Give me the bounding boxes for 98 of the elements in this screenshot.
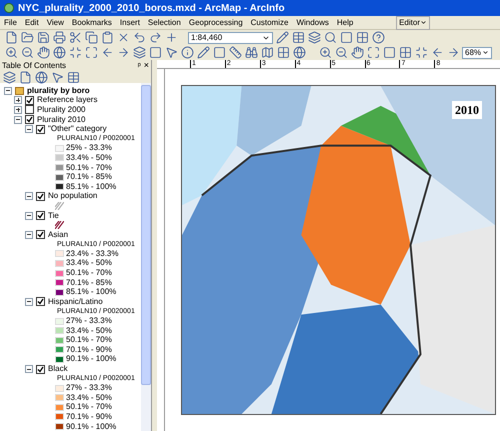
pin-button[interactable]: ᵖ <box>138 60 141 72</box>
cut-icon[interactable] <box>68 30 82 44</box>
layer-checkbox[interactable] <box>25 115 34 124</box>
layer-checkbox[interactable] <box>36 211 45 220</box>
layer-checkbox[interactable] <box>25 96 34 105</box>
menu-item[interactable]: View <box>42 16 68 28</box>
paste-icon[interactable] <box>100 30 114 44</box>
globe-icon[interactable] <box>292 46 306 60</box>
measure-icon[interactable] <box>228 46 242 60</box>
legend-label: 85.1% - 100% <box>66 180 116 192</box>
undo-icon[interactable] <box>132 30 146 44</box>
menu-item[interactable]: Selection <box>144 16 185 28</box>
collapse-icon[interactable] <box>25 298 33 306</box>
collapse-icon[interactable] <box>4 86 12 95</box>
pan-icon[interactable] <box>36 46 50 60</box>
open-folder-icon[interactable] <box>20 30 34 44</box>
new-document-icon[interactable] <box>4 30 18 44</box>
print-icon[interactable] <box>52 30 66 44</box>
legend-label: 50.1% - 70% <box>66 162 112 173</box>
legend-label: 70.1% - 85% <box>66 276 112 288</box>
menu-item[interactable]: Geoprocessing <box>184 16 247 28</box>
table-icon[interactable] <box>291 30 305 44</box>
full-extent-icon[interactable] <box>52 46 66 60</box>
zoom-out-icon[interactable] <box>20 46 34 60</box>
legend-label: 27% - 33.3% <box>66 315 112 327</box>
menu-item[interactable]: Bookmarks <box>68 16 116 28</box>
zoom-in-page-icon[interactable] <box>318 46 332 60</box>
legend-label: 27% - 33.3% <box>66 382 112 394</box>
data-frame-icon <box>15 86 24 95</box>
collapse-icon[interactable] <box>25 192 33 200</box>
legend-label: 50.1% - 70% <box>66 267 112 279</box>
layer-checkbox[interactable] <box>36 230 45 240</box>
dropdown-caret-icon <box>420 19 427 26</box>
layer-name[interactable]: No population <box>48 190 98 202</box>
zoom-in-icon[interactable] <box>4 46 18 60</box>
collapse-icon[interactable] <box>25 212 33 220</box>
legend-label: 23.4% - 33.3% <box>66 248 118 259</box>
help-icon[interactable] <box>371 30 385 44</box>
layer-checkbox[interactable] <box>36 297 45 306</box>
menu-item[interactable]: Edit <box>20 16 43 28</box>
identify-icon[interactable] <box>180 46 194 60</box>
menu-item[interactable]: File <box>0 16 21 28</box>
editor-menu[interactable]: Editor <box>396 16 430 30</box>
legend-label: 33.4% - 50% <box>66 392 112 403</box>
panel-title: Table Of Contents <box>2 60 66 72</box>
collapse-icon[interactable] <box>25 365 33 374</box>
close-button[interactable]: × <box>144 58 149 72</box>
zoom-percent-field[interactable]: 68% <box>462 46 492 58</box>
find-icon[interactable] <box>244 46 258 60</box>
dropdown-caret-icon <box>482 49 489 56</box>
zoom-out-page-icon[interactable] <box>334 46 348 60</box>
menu-item[interactable]: Help <box>332 16 358 28</box>
collapse-icon[interactable] <box>14 116 22 124</box>
layer-checkbox[interactable] <box>25 105 34 114</box>
expand-icon[interactable] <box>14 96 22 104</box>
layer-name[interactable]: Plurality 2010 <box>37 114 86 126</box>
search-icon[interactable] <box>323 30 337 44</box>
scrollbar[interactable] <box>141 83 151 431</box>
legend-label: 33.4% - 50% <box>66 257 112 269</box>
layer-name[interactable]: Reference layers <box>37 94 98 106</box>
legend-label: 90.1% - 100% <box>66 420 116 431</box>
year-label: 2010 <box>452 101 482 119</box>
legend-label: 50.1% - 70% <box>66 401 112 413</box>
data-frame-name[interactable]: plurality by boro <box>27 84 90 97</box>
layer-name[interactable]: "Other" category <box>48 123 107 136</box>
legend-label: 70.1% - 90% <box>66 410 112 423</box>
layer-name[interactable]: Tie <box>48 210 59 222</box>
window-title: NYC_plurality_2000_2010_boros.mxd - ArcMap - ArcInfo <box>18 2 285 16</box>
legend-label: 33.4% - 50% <box>66 152 112 164</box>
catalog-icon[interactable] <box>307 30 321 44</box>
legend-label: 25% - 33.3% <box>66 142 112 154</box>
menu-item[interactable]: Windows <box>292 16 333 28</box>
legend-label: 70.1% - 90% <box>66 344 112 355</box>
menu-item[interactable]: Customize <box>246 16 292 28</box>
redo-icon[interactable] <box>148 30 162 44</box>
legend-label: 50.1% - 70% <box>66 334 112 346</box>
layer-checkbox[interactable] <box>36 192 45 201</box>
expand-icon[interactable] <box>14 106 22 114</box>
menu-item[interactable]: Insert <box>116 16 144 28</box>
collapse-icon[interactable] <box>25 125 33 134</box>
layer-name[interactable]: Asian <box>48 228 68 241</box>
layer-name[interactable]: Black <box>48 363 68 376</box>
legend-label: 85.1% - 100% <box>66 286 116 298</box>
copy-icon[interactable] <box>84 30 98 44</box>
save-icon[interactable] <box>36 30 50 44</box>
legend-label: 90.1% - 100% <box>66 353 116 365</box>
legend-label: 70.1% - 85% <box>66 171 112 183</box>
legend-label: 33.4% - 50% <box>66 324 112 336</box>
layer-checkbox[interactable] <box>36 364 45 374</box>
pan-page-icon[interactable] <box>350 46 364 60</box>
collapse-icon[interactable] <box>25 230 33 239</box>
select-elements-icon[interactable] <box>164 46 178 60</box>
layer-checkbox[interactable] <box>36 124 45 134</box>
layer-name[interactable]: Plurality 2000 <box>37 104 86 116</box>
app-globe-icon <box>4 3 14 13</box>
layer-name[interactable]: Hispanic/Latino <box>48 296 103 308</box>
window-icon[interactable] <box>339 30 353 44</box>
scale-field[interactable]: 1:84,460 <box>188 32 273 44</box>
